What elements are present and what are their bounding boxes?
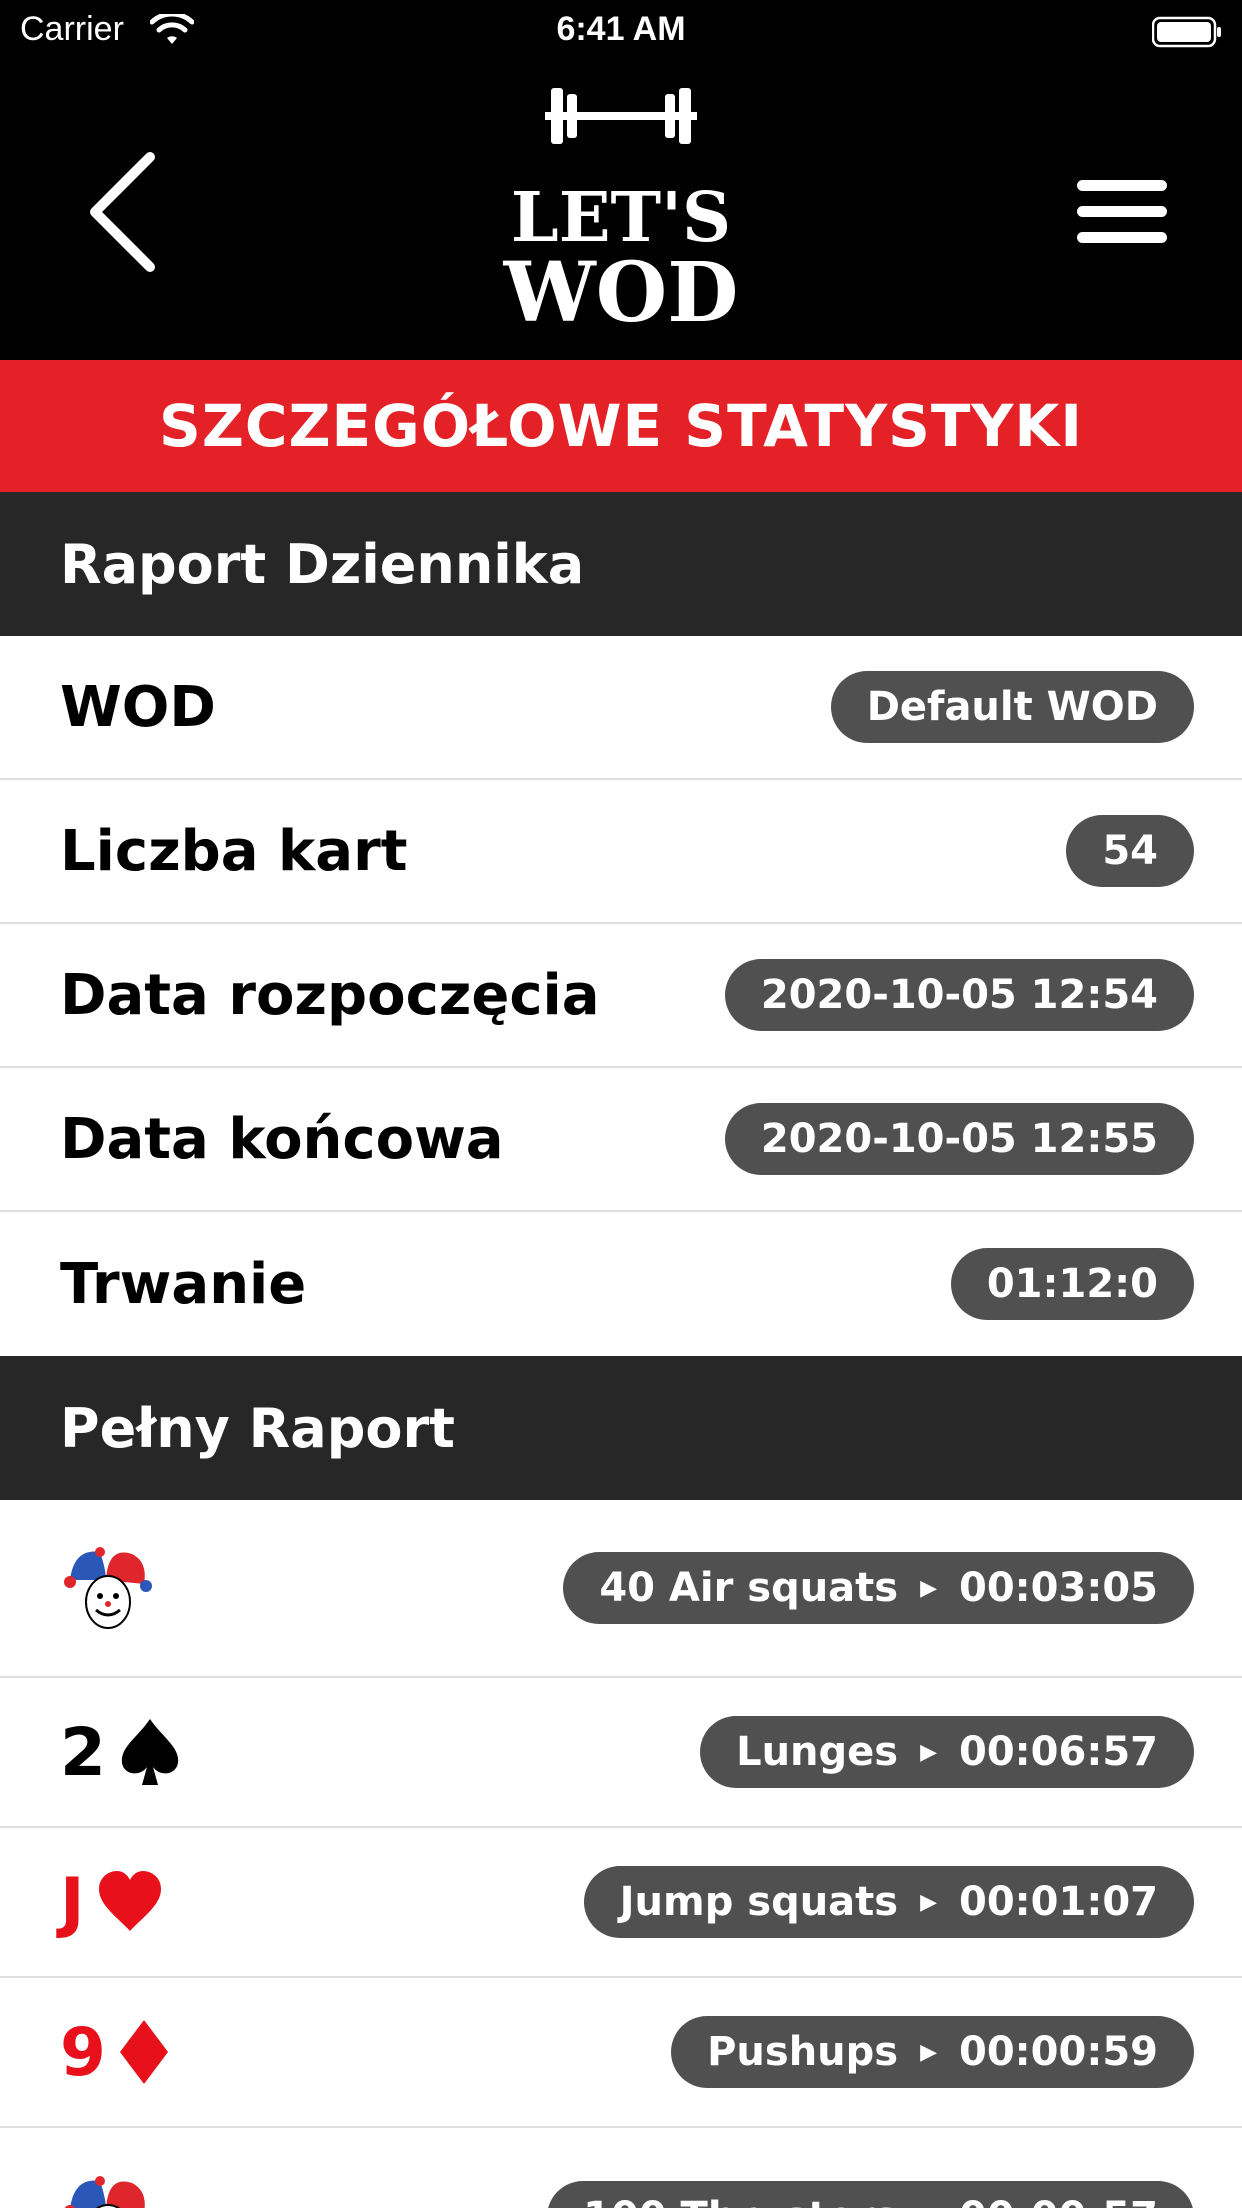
exercise-time-badge: Lunges ▶ 00:06:57 xyxy=(700,1716,1194,1788)
card-rank: 2 xyxy=(60,1713,106,1791)
report-row[interactable]: 2 Lunges ▶ 00:06:57 xyxy=(0,1678,1242,1828)
play-arrow-icon: ▶ xyxy=(920,2039,938,2065)
exercise-name: Jump squats xyxy=(619,1879,899,1925)
exercise-time-badge: 40 Air squats ▶ 00:03:05 xyxy=(563,1552,1194,1624)
battery-icon xyxy=(1152,16,1221,48)
exercise-name: 40 Air squats xyxy=(599,1565,899,1611)
diamond-icon xyxy=(119,2020,168,2084)
heart-icon xyxy=(98,1871,161,1931)
play-arrow-icon: ▶ xyxy=(920,1739,938,1765)
exercise-name: Pushups xyxy=(707,2029,899,2075)
stat-label: Trwanie xyxy=(60,1251,307,1317)
card-cell: 9 xyxy=(60,1978,170,2126)
card-rank: J xyxy=(60,1863,85,1941)
card-cell xyxy=(60,1500,156,1676)
stat-row-end-date: Data końcowa 2020-10-05 12:55 xyxy=(0,1068,1242,1212)
play-arrow-icon: ▶ xyxy=(920,1889,938,1915)
exercise-time-badge: 100 Thrusters ▶ 00:00:57 xyxy=(547,2181,1194,2208)
stat-label: WOD xyxy=(60,674,216,740)
page-title: SZCZEGÓŁOWE STATYSTYKI xyxy=(0,360,1242,492)
app-logo: LET'S WOD xyxy=(490,84,752,340)
report-row[interactable]: 40 Air squats ▶ 00:03:05 xyxy=(0,1500,1242,1678)
exercise-time-badge: Pushups ▶ 00:00:59 xyxy=(671,2016,1194,2088)
exercise-time: 00:00:59 xyxy=(959,2029,1158,2075)
stat-value-badge: 2020-10-05 12:54 xyxy=(724,959,1194,1031)
stat-label: Data końcowa xyxy=(60,1106,504,1172)
play-arrow-icon: ▶ xyxy=(920,2205,937,2208)
joker-card-icon xyxy=(64,2176,145,2208)
clock: 6:41 AM xyxy=(556,10,686,48)
play-arrow-icon: ▶ xyxy=(920,1575,938,1601)
stat-row-start-date: Data rozpoczęcia 2020-10-05 12:54 xyxy=(0,924,1242,1068)
card-cell xyxy=(60,2128,156,2208)
stat-row-wod: WOD Default WOD xyxy=(0,636,1242,780)
exercise-time: 00:03:05 xyxy=(959,1565,1158,1611)
report-row[interactable]: J Jump squats ▶ 00:01:07 xyxy=(0,1828,1242,1978)
card-rank: 9 xyxy=(60,2013,106,2091)
logo-line1: LET'S xyxy=(510,178,732,258)
exercise-time: 00:06:57 xyxy=(959,1729,1158,1775)
exercise-time: 00:01:07 xyxy=(959,1879,1158,1925)
stat-value-badge: 01:12:0 xyxy=(950,1248,1194,1320)
report-row[interactable]: 9 Pushups ▶ 00:00:59 xyxy=(0,1978,1242,2128)
card-cell: J xyxy=(60,1828,163,1976)
card-cell: 2 xyxy=(60,1678,182,1826)
section-header-full-report: Pełny Raport xyxy=(0,1356,1242,1500)
status-bar: Carrier 6:41 AM xyxy=(0,0,1242,62)
navigation-bar: LET'S WOD xyxy=(0,62,1242,360)
exercise-name: Lunges xyxy=(736,1729,899,1775)
hamburger-menu-icon[interactable] xyxy=(1072,172,1172,252)
exercise-time: 00:00:57 xyxy=(959,2194,1158,2208)
barbell-icon xyxy=(545,88,697,144)
logo-line2: WOD xyxy=(503,245,739,341)
spade-icon xyxy=(121,1719,179,1785)
stat-row-duration: Trwanie 01:12:0 xyxy=(0,1212,1242,1356)
stat-value-badge: 2020-10-05 12:55 xyxy=(724,1103,1194,1175)
report-row[interactable]: 100 Thrusters ▶ 00:00:57 xyxy=(0,2128,1242,2208)
stat-value-badge: 54 xyxy=(1066,815,1194,887)
joker-card-icon xyxy=(64,1547,152,1629)
stat-row-card-count: Liczba kart 54 xyxy=(0,780,1242,924)
stat-value-badge: Default WOD xyxy=(830,671,1194,743)
back-button[interactable] xyxy=(80,147,170,277)
exercise-time-badge: Jump squats ▶ 00:01:07 xyxy=(583,1866,1194,1938)
section-header-daily-report: Raport Dziennika xyxy=(0,492,1242,636)
stat-label: Liczba kart xyxy=(60,818,408,884)
exercise-name: 100 Thrusters xyxy=(583,2194,898,2208)
stat-label: Data rozpoczęcia xyxy=(60,962,600,1028)
